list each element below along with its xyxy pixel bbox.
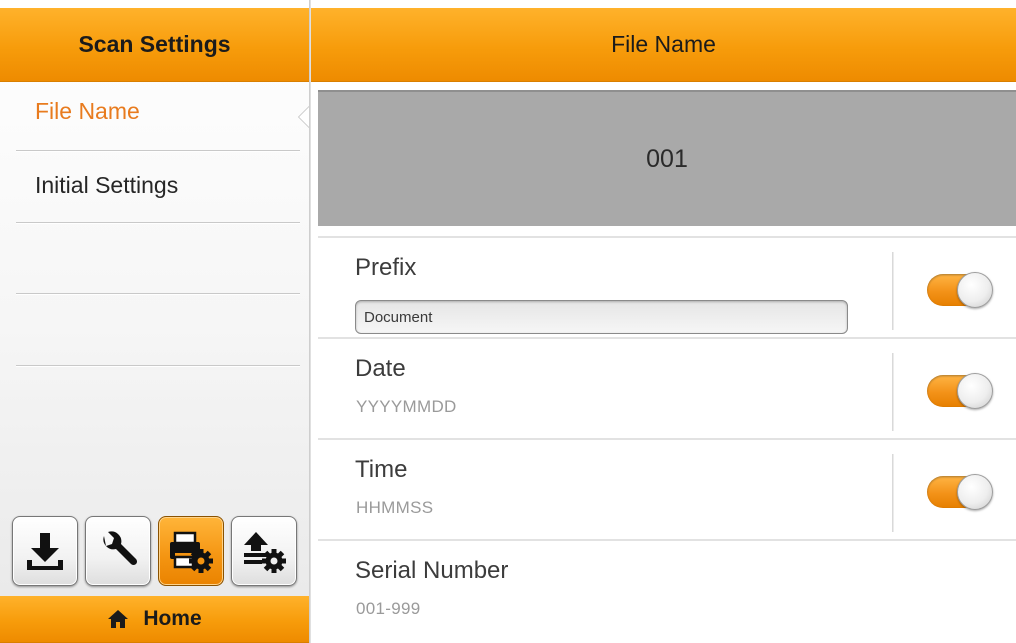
bottom-toolbar [0, 510, 309, 596]
file-name-options: Prefix Date YYYYMMDD Time HHMMSS Serial … [318, 236, 1016, 640]
home-button[interactable]: Home [0, 596, 309, 643]
upload-settings-button[interactable] [231, 516, 297, 586]
row-divider [892, 353, 894, 431]
sidebar-title: Scan Settings [0, 8, 309, 82]
time-toggle[interactable] [927, 474, 993, 510]
time-label: Time [355, 456, 408, 483]
time-format: HHMMSS [356, 498, 434, 517]
wrench-icon [103, 531, 138, 566]
preview-text: 001 [646, 144, 688, 173]
serial-number-label: Serial Number [355, 557, 509, 584]
sidebar-item-label: Initial Settings [35, 171, 179, 198]
home-icon [108, 610, 129, 628]
prefix-input[interactable] [355, 300, 848, 334]
row-divider [892, 252, 894, 330]
download-button[interactable] [12, 516, 78, 586]
upload-settings-icon [244, 532, 286, 573]
scanner-settings-icon [170, 531, 213, 573]
toggle-knob [957, 272, 993, 308]
home-label: Home [143, 607, 202, 630]
serial-number-range: 001-999 [356, 599, 421, 618]
date-format: YYYYMMDD [356, 397, 457, 416]
time-row: Time HHMMSS [318, 438, 1016, 539]
scan-settings-button[interactable] [158, 516, 224, 586]
row-divider [892, 454, 894, 532]
prefix-toggle[interactable] [927, 272, 993, 308]
toggle-knob [957, 474, 993, 510]
sidebar-item-initial-settings[interactable]: Initial Settings [16, 151, 300, 223]
tools-button[interactable] [85, 516, 151, 586]
prefix-row: Prefix [318, 236, 1016, 337]
sidebar-item-empty [16, 223, 300, 294]
file-name-preview: 001 [318, 90, 1016, 226]
sidebar-menu: File Name Initial Settings [0, 82, 310, 366]
date-label: Date [355, 355, 406, 382]
sidebar-item-file-name[interactable]: File Name [16, 82, 310, 151]
download-icon [27, 533, 63, 570]
prefix-label: Prefix [355, 254, 417, 281]
serial-number-row[interactable]: Serial Number 001-999 [318, 539, 1016, 640]
pane-divider [309, 0, 311, 643]
sidebar-item-empty [16, 294, 300, 366]
date-row: Date YYYYMMDD [318, 337, 1016, 438]
sidebar-item-label: File Name [35, 97, 140, 124]
sidebar: Scan Settings File Name Initial Settings [0, 0, 310, 643]
page-title: File Name [311, 8, 1016, 82]
toggle-knob [957, 373, 993, 409]
date-toggle[interactable] [927, 373, 993, 409]
